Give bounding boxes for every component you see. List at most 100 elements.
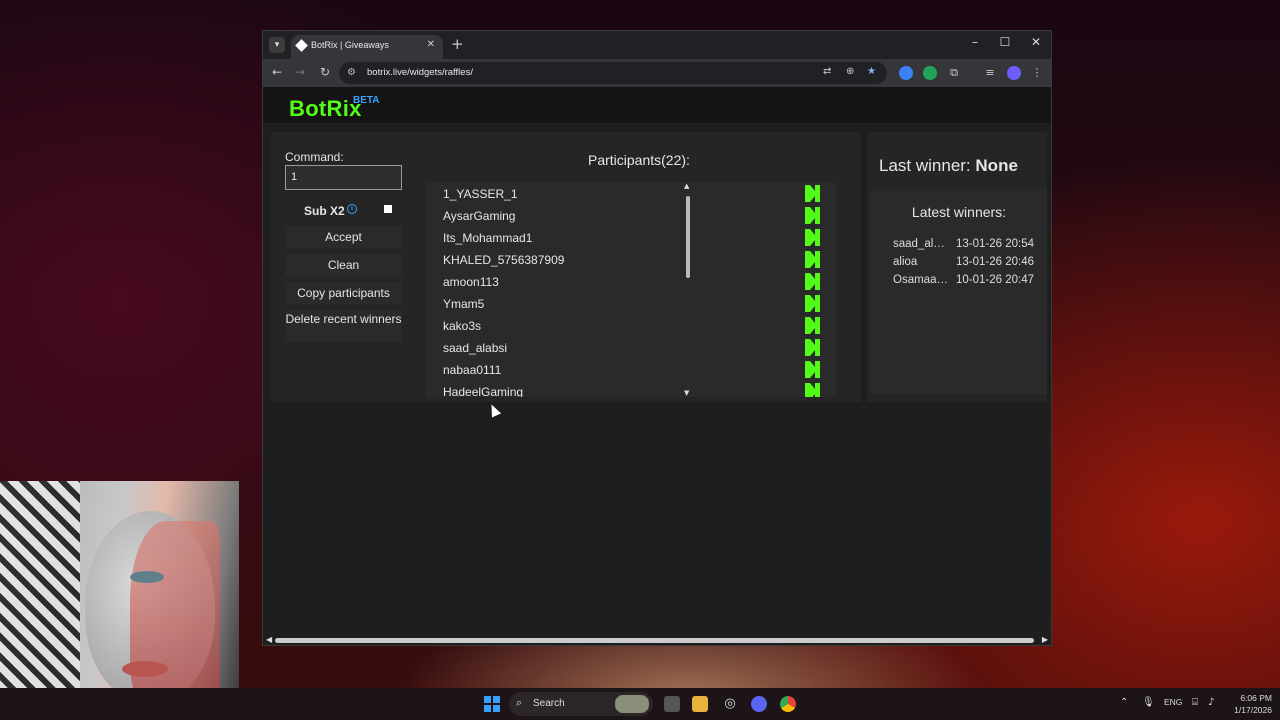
list-item[interactable]: saad_alabsi bbox=[426, 337, 821, 359]
network-icon[interactable]: ⌸ bbox=[1192, 697, 1198, 708]
menu-kebab-icon[interactable]: ⋮ bbox=[1030, 66, 1044, 80]
command-label: Command: bbox=[285, 150, 344, 164]
list-item[interactable]: 1_YASSER_1 bbox=[426, 183, 821, 205]
task-view-icon[interactable] bbox=[664, 696, 680, 712]
last-winner-value: None bbox=[975, 156, 1018, 175]
clock-date: 1/17/2026 bbox=[1234, 705, 1272, 715]
winner-date: 13-01-26 20:46 bbox=[956, 256, 1035, 268]
winner-name: saad_alab... bbox=[893, 238, 951, 250]
browser-window: ▾ BotRix | Giveaways ✕ + – ☐ ✕ ← → ↻ ⚙ b… bbox=[262, 30, 1052, 646]
language-indicator[interactable]: ENG bbox=[1164, 697, 1182, 707]
sub-x2-checkbox[interactable] bbox=[384, 205, 392, 213]
profile-avatar[interactable] bbox=[1007, 66, 1021, 80]
kick-logo-icon bbox=[805, 361, 820, 378]
shield-extension-icon[interactable] bbox=[923, 66, 937, 80]
maximize-icon[interactable]: ☐ bbox=[995, 35, 1015, 49]
list-item[interactable]: Ymam5 bbox=[426, 293, 821, 315]
command-input[interactable]: 1 bbox=[285, 165, 402, 190]
steam-icon[interactable]: ◎ bbox=[722, 696, 738, 712]
list-item[interactable]: Its_Mohammad1 bbox=[426, 227, 821, 249]
site-header: BotRix BETA bbox=[263, 87, 1051, 123]
winner-name: alioa bbox=[893, 256, 918, 268]
tab-close-icon[interactable]: ✕ bbox=[427, 39, 435, 50]
url-text[interactable]: botrix.live/widgets/raffles/ bbox=[367, 67, 473, 78]
clock-time: 6:06 PM bbox=[1240, 693, 1272, 703]
kick-logo-icon bbox=[805, 251, 820, 268]
taskbar-search[interactable]: ⌕ Search bbox=[509, 692, 653, 716]
start-windows-icon[interactable] bbox=[484, 696, 500, 712]
list-item[interactable]: HadeelGaming bbox=[426, 381, 821, 397]
clean-button[interactable]: Clean bbox=[285, 254, 402, 276]
kick-logo-icon bbox=[805, 273, 820, 290]
file-explorer-icon[interactable] bbox=[692, 696, 708, 712]
new-tab-button[interactable]: + bbox=[451, 35, 464, 53]
site-logo[interactable]: BotRix bbox=[289, 96, 362, 122]
site-favicon-icon bbox=[295, 39, 308, 52]
sub-x2-label: Sub X2 bbox=[304, 204, 345, 218]
browser-tab[interactable]: BotRix | Giveaways ✕ bbox=[291, 35, 443, 59]
list-item[interactable]: nabaa0111 bbox=[426, 359, 821, 381]
participant-name: nabaa0111 bbox=[443, 363, 502, 377]
chrome-icon[interactable] bbox=[780, 696, 796, 712]
scroll-thumb[interactable] bbox=[686, 196, 690, 278]
winner-date: 13-01-26 20:54 bbox=[956, 238, 1035, 250]
participants-scrollbar[interactable]: ▲ ▼ bbox=[683, 182, 695, 397]
winners-panel: Last winner: None Latest winners: saad_a… bbox=[867, 132, 1047, 402]
tab-list-button[interactable]: ▾ bbox=[269, 37, 285, 53]
discord-icon[interactable] bbox=[751, 696, 767, 712]
info-icon[interactable]: i bbox=[347, 204, 357, 214]
volume-icon[interactable]: ♪ bbox=[1208, 697, 1214, 708]
back-icon[interactable]: ← bbox=[269, 65, 285, 79]
extensions-puzzle-icon[interactable]: ⧉ bbox=[947, 66, 961, 80]
close-icon[interactable]: ✕ bbox=[1026, 35, 1046, 49]
forward-icon[interactable]: → bbox=[292, 65, 308, 79]
latest-winners-box: Latest winners: saad_alab... 13-01-26 20… bbox=[871, 189, 1047, 394]
list-item[interactable]: kako3s bbox=[426, 315, 821, 337]
webcam-lips bbox=[122, 661, 168, 677]
minimize-icon[interactable]: – bbox=[965, 35, 985, 49]
address-bar[interactable]: ⚙ botrix.live/widgets/raffles/ ⇄ ⊕ ★ bbox=[339, 62, 887, 84]
media-controls-icon[interactable]: ≡ bbox=[983, 66, 997, 80]
scroll-right-icon[interactable]: ▶ bbox=[1042, 635, 1048, 644]
microphone-icon[interactable]: 🎙 bbox=[1142, 697, 1155, 708]
zoom-icon[interactable]: ⊕ bbox=[846, 66, 854, 77]
translate-icon[interactable]: ⇄ bbox=[823, 66, 831, 77]
reload-icon[interactable]: ↻ bbox=[317, 65, 333, 79]
winner-date: 10-01-26 20:47 bbox=[956, 274, 1035, 286]
kick-logo-icon bbox=[805, 295, 820, 312]
scroll-left-icon[interactable]: ◀ bbox=[266, 635, 272, 644]
participant-name: 1_YASSER_1 bbox=[443, 187, 518, 201]
clock[interactable]: 6:06 PM 1/17/2026 bbox=[1226, 692, 1272, 716]
winner-name: Osamaax... bbox=[893, 274, 951, 286]
browser-toolbar: ← → ↻ ⚙ botrix.live/widgets/raffles/ ⇄ ⊕… bbox=[263, 59, 1051, 87]
webcam-overlay bbox=[0, 481, 239, 720]
participant-name: amoon113 bbox=[443, 275, 499, 289]
scroll-down-icon[interactable]: ▼ bbox=[684, 389, 689, 397]
participant-name: Its_Mohammad1 bbox=[443, 231, 533, 245]
participant-name: AysarGaming bbox=[443, 209, 516, 223]
last-winner-heading: Last winner: None bbox=[879, 156, 1018, 176]
participant-name: Ymam5 bbox=[443, 297, 485, 311]
horizontal-scroll-thumb[interactable] bbox=[275, 638, 1034, 643]
list-item[interactable]: amoon113 bbox=[426, 271, 821, 293]
extension-icon[interactable] bbox=[899, 66, 913, 80]
participants-title: Participants(22): bbox=[588, 152, 690, 168]
kick-logo-icon bbox=[805, 207, 820, 224]
copy-participants-button[interactable]: Copy participants bbox=[285, 282, 402, 304]
last-winner-label: Last winner: bbox=[879, 156, 971, 175]
tray-chevron-icon[interactable]: ⌃ bbox=[1120, 697, 1128, 708]
accept-button[interactable]: Accept bbox=[285, 226, 402, 248]
tab-bar: ▾ BotRix | Giveaways ✕ + – ☐ ✕ bbox=[263, 31, 1051, 59]
horizontal-scrollbar[interactable]: ◀ ▶ bbox=[263, 635, 1051, 645]
list-item[interactable]: KHALED_5756387909 bbox=[426, 249, 821, 271]
delete-recent-winners-button[interactable]: Delete recent winners bbox=[285, 310, 402, 342]
participant-name: saad_alabsi bbox=[443, 341, 508, 355]
site-info-icon[interactable]: ⚙ bbox=[347, 67, 356, 78]
scroll-up-icon[interactable]: ▲ bbox=[684, 182, 689, 190]
list-item[interactable]: AysarGaming bbox=[426, 205, 821, 227]
latest-winners-title: Latest winners: bbox=[911, 204, 1007, 220]
kick-logo-icon bbox=[805, 383, 820, 397]
participants-list[interactable]: 1_YASSER_1 AysarGaming Its_Mohammad1 KHA… bbox=[426, 182, 836, 397]
kick-logo-icon bbox=[805, 317, 820, 334]
bookmark-star-icon[interactable]: ★ bbox=[867, 66, 876, 77]
